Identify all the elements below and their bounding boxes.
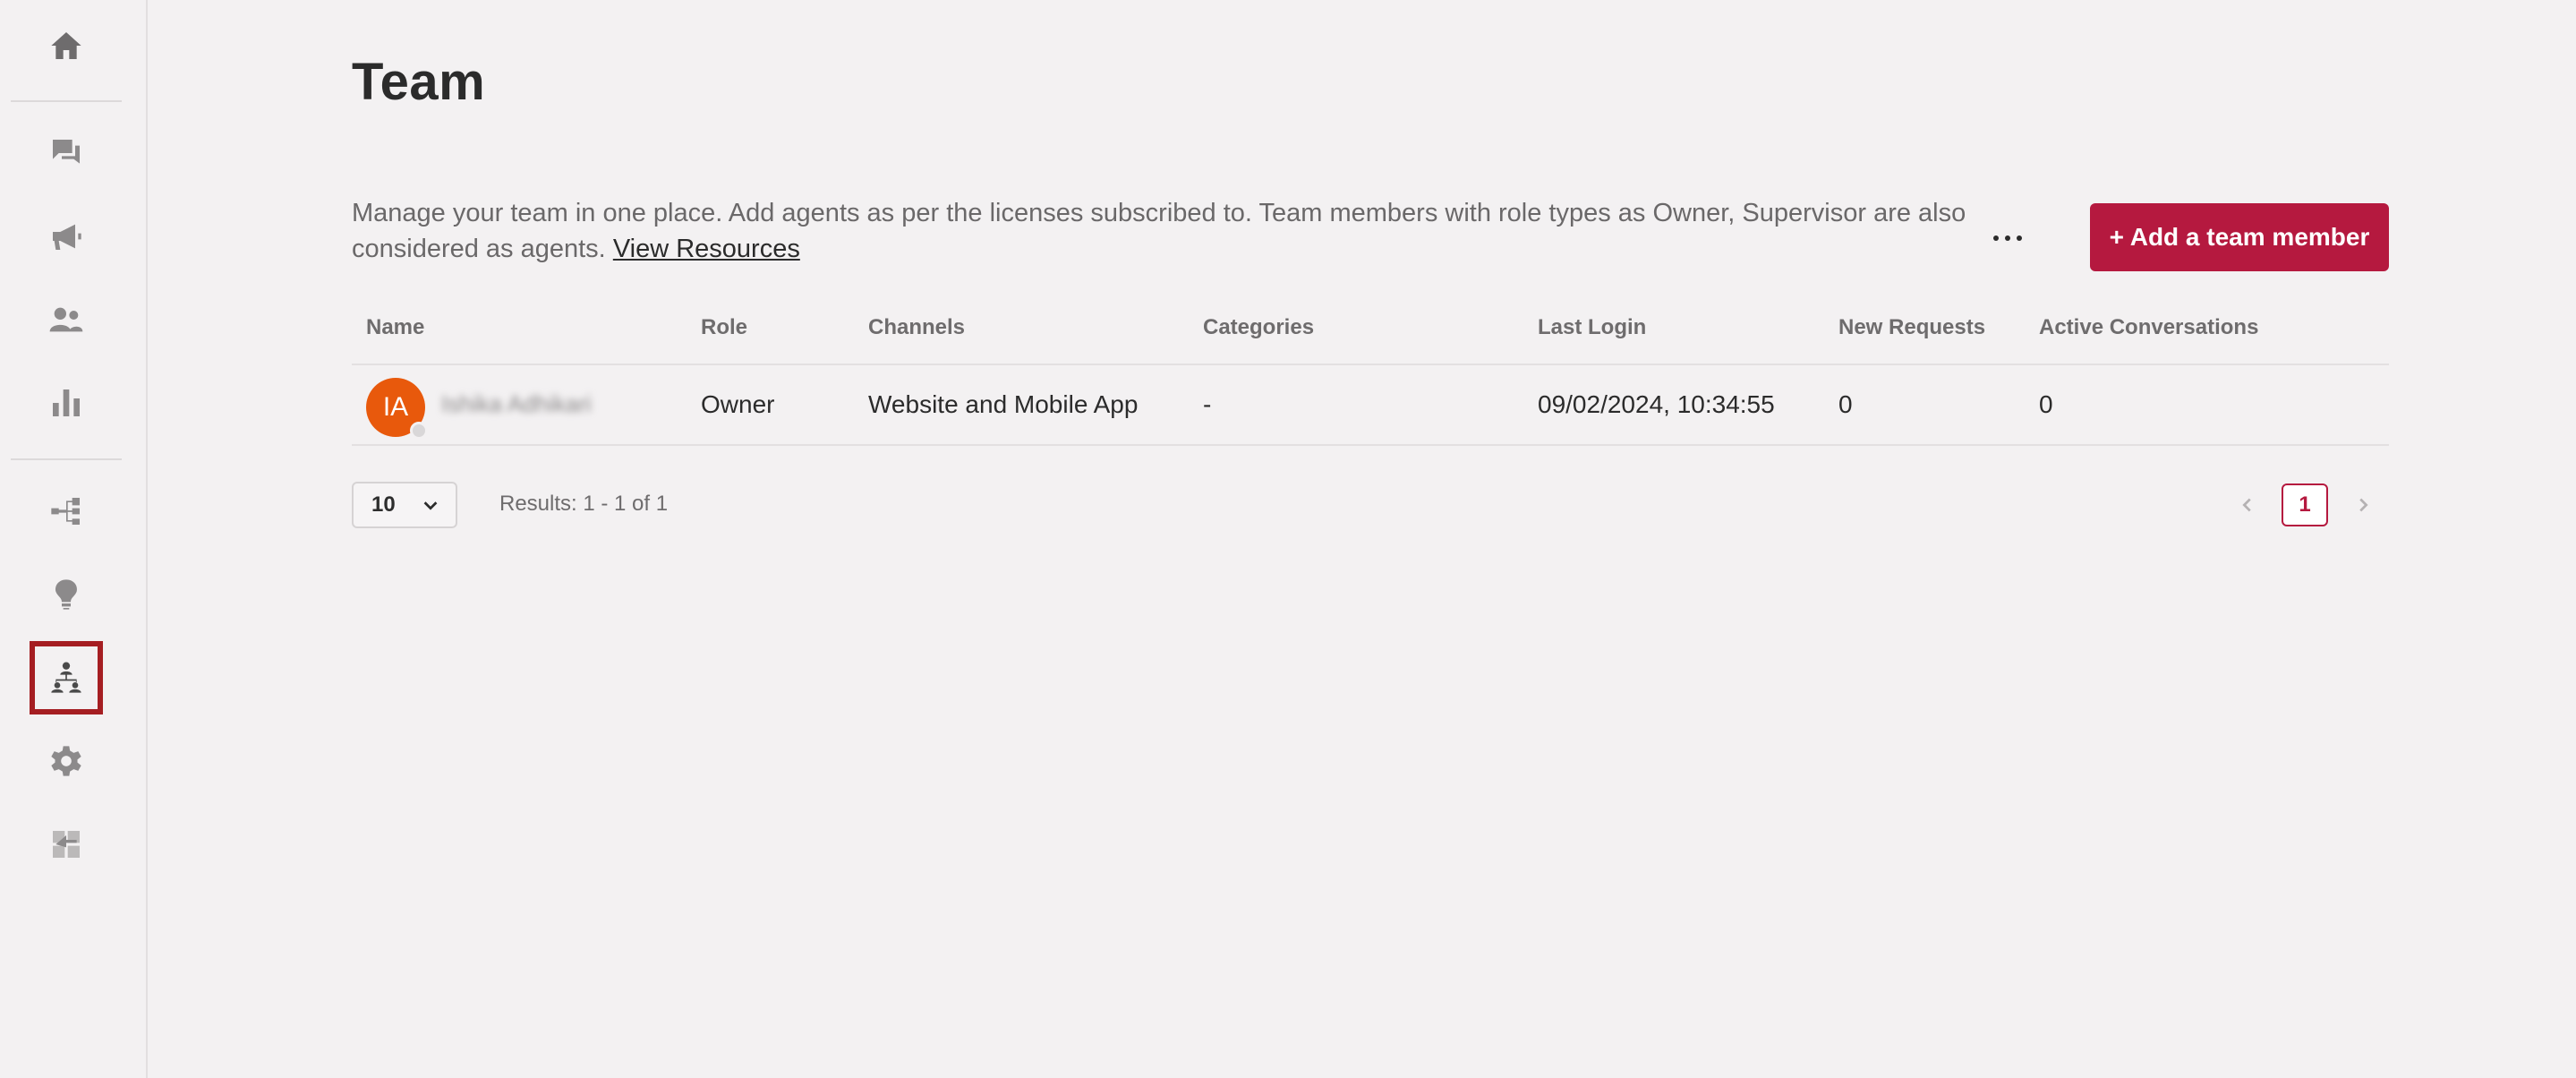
team-table: Name Role Channels Categories Last Login… bbox=[352, 303, 2389, 446]
chevron-left-icon bbox=[2242, 498, 2251, 512]
megaphone-icon bbox=[53, 224, 81, 250]
column-header-channels[interactable]: Channels bbox=[868, 315, 965, 340]
more-horizontal-icon bbox=[1993, 235, 1999, 241]
more-options-button[interactable] bbox=[1978, 218, 2037, 258]
main-content: Team Manage your team in one place. Add … bbox=[148, 0, 2576, 1078]
page-title: Team bbox=[352, 53, 486, 111]
page-size-value: 10 bbox=[371, 492, 396, 517]
sidebar-item-settings[interactable] bbox=[30, 724, 103, 798]
column-header-role[interactable]: Role bbox=[701, 315, 747, 340]
view-resources-link[interactable]: View Resources bbox=[613, 235, 800, 263]
sidebar bbox=[0, 0, 148, 1078]
home-icon bbox=[51, 32, 81, 59]
column-header-active-conversations[interactable]: Active Conversations bbox=[2039, 315, 2258, 340]
member-name: Ishika Adhikari bbox=[441, 390, 592, 417]
results-count: Results: 1 - 1 of 1 bbox=[499, 492, 669, 516]
column-header-categories[interactable]: Categories bbox=[1203, 315, 1314, 340]
next-page-button[interactable] bbox=[2349, 491, 2377, 519]
sidebar-item-contacts[interactable] bbox=[30, 283, 103, 356]
integrations-icon bbox=[53, 831, 80, 858]
member-active-conversations: 0 bbox=[2039, 390, 2053, 418]
sidebar-item-home[interactable] bbox=[30, 9, 103, 82]
member-channels: Website and Mobile App bbox=[868, 390, 1139, 418]
contacts-icon bbox=[49, 307, 83, 332]
page-description: Manage your team in one place. Add agent… bbox=[352, 195, 2052, 267]
bar-chart-icon bbox=[53, 389, 80, 416]
sidebar-item-conversations[interactable] bbox=[30, 116, 103, 190]
sidebar-divider bbox=[11, 100, 122, 102]
sidebar-item-team[interactable] bbox=[30, 641, 103, 714]
lightbulb-icon bbox=[55, 579, 77, 610]
member-new-requests: 0 bbox=[1838, 390, 1853, 418]
chat-icon bbox=[53, 140, 80, 164]
page-number-current[interactable]: 1 bbox=[2282, 483, 2328, 526]
member-role: Owner bbox=[701, 390, 775, 418]
team-icon bbox=[51, 662, 81, 693]
add-team-member-button[interactable]: + Add a team member bbox=[2090, 203, 2389, 271]
sidebar-item-knowledge[interactable] bbox=[30, 558, 103, 631]
column-header-name[interactable]: Name bbox=[366, 315, 424, 340]
flow-icon bbox=[51, 498, 80, 525]
chevron-right-icon bbox=[2359, 498, 2368, 512]
column-header-last-login[interactable]: Last Login bbox=[1538, 315, 1646, 340]
page-size-select[interactable]: 10 bbox=[352, 482, 457, 528]
sidebar-item-integrations[interactable] bbox=[30, 808, 103, 881]
sidebar-item-flows[interactable] bbox=[30, 475, 103, 548]
table-row[interactable]: IA Ishika Adhikari Owner Website and Mob… bbox=[352, 365, 2389, 446]
more-horizontal-icon bbox=[2005, 235, 2010, 241]
sidebar-item-analytics[interactable] bbox=[30, 366, 103, 440]
member-last-login: 09/02/2024, 10:34:55 bbox=[1538, 390, 1775, 418]
previous-page-button[interactable] bbox=[2233, 491, 2262, 519]
chevron-down-icon bbox=[423, 501, 438, 510]
description-text: Manage your team in one place. Add agent… bbox=[352, 199, 1966, 263]
gear-icon bbox=[51, 746, 81, 776]
member-categories: - bbox=[1203, 390, 1212, 418]
column-header-new-requests[interactable]: New Requests bbox=[1838, 315, 1985, 340]
sidebar-divider bbox=[11, 458, 122, 460]
more-horizontal-icon bbox=[2017, 235, 2022, 241]
sidebar-item-campaigns[interactable] bbox=[30, 200, 103, 273]
status-indicator bbox=[410, 422, 428, 440]
table-header: Name Role Channels Categories Last Login… bbox=[352, 303, 2389, 365]
